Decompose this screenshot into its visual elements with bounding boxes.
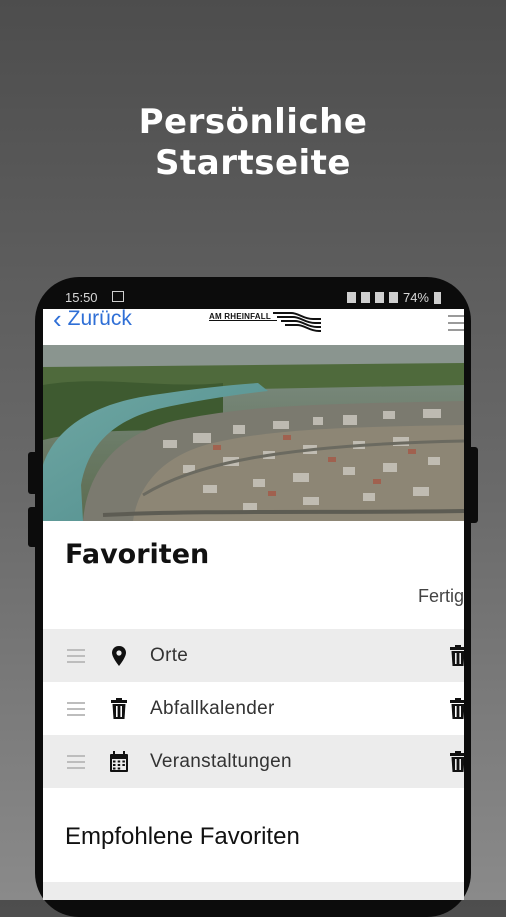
list-item[interactable]: Abfallkalender [43, 682, 464, 735]
hero-aerial-photo [43, 345, 464, 521]
mute-icon [346, 292, 356, 303]
chevron-left-icon: ‹ [53, 309, 62, 334]
status-time: 15:50 [65, 290, 98, 305]
wifi-icon [374, 292, 384, 303]
status-bar: 15:50 74% [43, 287, 463, 309]
recommended-list-item[interactable] [43, 882, 464, 900]
back-label: Zurück [67, 309, 132, 330]
location-pin-icon [112, 646, 126, 666]
location-icon [360, 292, 370, 303]
signal-icon [388, 292, 398, 303]
app-logo: AM RHEINFALL [209, 309, 329, 335]
logo-underline [209, 320, 277, 321]
favorites-title: Favoriten [65, 539, 210, 570]
recommended-favorites-title: Empfohlene Favoriten [65, 823, 300, 850]
status-icons: 74% [346, 290, 441, 305]
headline-line-1: Persönliche [138, 102, 368, 142]
drag-handle-icon[interactable] [67, 649, 85, 667]
app-screen: ‹ Zurück AM RHEINFALL Favoriten Fertig O… [43, 309, 464, 900]
logo-waves-icon [273, 312, 321, 332]
trash-icon[interactable] [449, 645, 464, 667]
list-item[interactable]: Veranstaltungen [43, 735, 464, 788]
battery-icon [434, 291, 441, 304]
drag-handle-icon[interactable] [67, 755, 85, 773]
hamburger-menu-icon[interactable] [448, 315, 464, 333]
trash-icon[interactable] [449, 698, 464, 720]
list-item[interactable]: Orte [43, 629, 464, 682]
headline-line-2: Startseite [155, 143, 351, 183]
app-top-bar: ‹ Zurück AM RHEINFALL [43, 309, 464, 345]
list-item-label: Orte [150, 645, 189, 666]
list-item-label: Veranstaltungen [150, 751, 292, 772]
back-button[interactable]: ‹ Zurück [53, 309, 132, 333]
battery-percent: 74% [402, 290, 429, 305]
done-button[interactable]: Fertig [418, 586, 464, 607]
favorites-list: Orte Abfallkalender Veranstaltungen [43, 629, 464, 788]
promo-headline: Persönliche Startseite [0, 102, 506, 184]
calendar-icon [110, 751, 128, 772]
trash-icon [111, 698, 127, 719]
trash-icon[interactable] [449, 751, 464, 773]
drag-handle-icon[interactable] [67, 702, 85, 720]
list-item-label: Abfallkalender [150, 698, 275, 719]
notification-icon [112, 291, 124, 302]
